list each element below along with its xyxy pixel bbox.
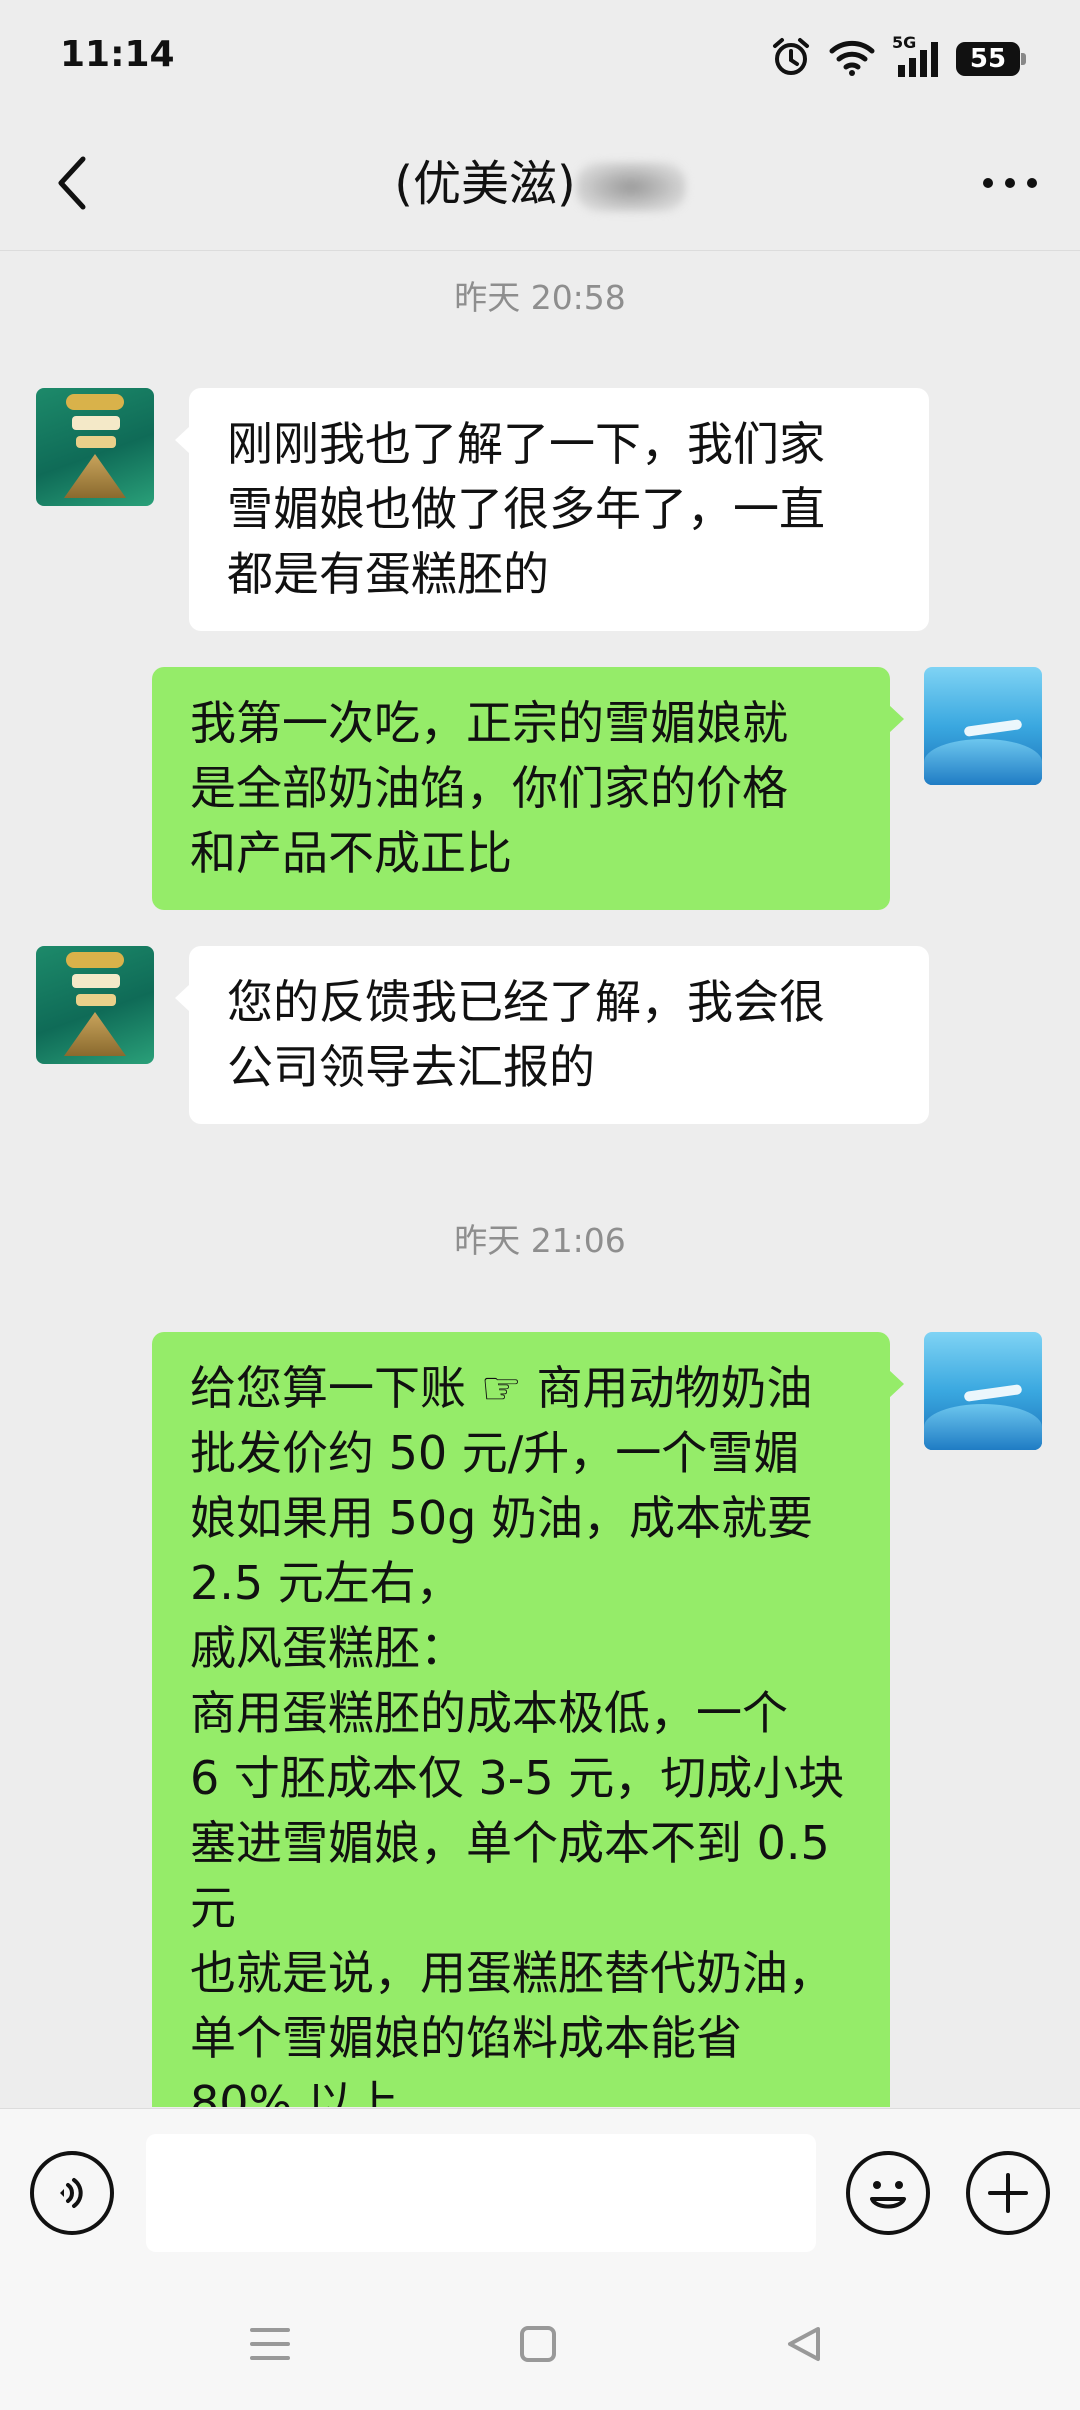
home-button[interactable] [508, 2314, 568, 2374]
my-avatar[interactable] [924, 1332, 1042, 1450]
more-horizontal-icon [983, 178, 1037, 188]
menu-button[interactable] [240, 2314, 300, 2374]
input-bar [0, 2108, 1080, 2277]
timestamp: 昨天 20:58 [454, 278, 626, 317]
chat-messages[interactable]: 昨天 20:58 刚刚我也了解了一下，我们家 雪媚娘也做了很多年了，一直 都是有… [0, 251, 1080, 2107]
voice-button[interactable] [30, 2151, 114, 2235]
more-button[interactable] [970, 148, 1050, 218]
chat-title-text: (优美滋) [394, 156, 576, 212]
wifi-icon [828, 37, 876, 81]
status-time: 11:14 [60, 34, 175, 75]
shop-avatar[interactable] [36, 388, 154, 506]
voice-icon [60, 2178, 83, 2208]
message-bubble-sent[interactable]: 给您算一下账 ☞ 商用动物奶油 批发价约 50 元/升，一个雪媚 娘如果用 50… [152, 1332, 904, 2107]
chat-header: (优美滋) [0, 120, 1080, 251]
signal-icon: 5G [892, 33, 940, 79]
message-bubble-received[interactable]: 您的反馈我已经了解，我会很 公司领导去汇报的 [175, 946, 929, 1124]
alarm-icon [770, 36, 812, 82]
shop-avatar[interactable] [36, 946, 154, 1064]
back-nav-button[interactable] [774, 2314, 834, 2374]
emoji-button[interactable] [846, 2151, 930, 2235]
network-type: 5G [892, 33, 917, 52]
message-bubble-sent[interactable]: 我第一次吃，正宗的雪媚娘就 是全部奶油馅，你们家的价格 和产品不成正比 [152, 667, 904, 910]
message-bubble-received[interactable]: 刚刚我也了解了一下，我们家 雪媚娘也做了很多年了，一直 都是有蛋糕胚的 [175, 388, 929, 631]
plus-circle-icon [988, 2173, 1028, 2213]
emoji-icon [870, 2181, 906, 2209]
plus-button[interactable] [966, 2151, 1050, 2235]
message-text: 您的反馈我已经了解，我会很 公司领导去汇报的 [227, 975, 825, 1094]
battery-level: 55 [969, 44, 1007, 74]
battery-icon: 55 [956, 42, 1026, 76]
message-input[interactable] [146, 2134, 816, 2252]
system-nav-bar [0, 2276, 1080, 2410]
status-bar: 11:14 5G 55 [0, 0, 1080, 120]
menu-icon [250, 2328, 290, 2360]
chat-title: (优美滋) [0, 144, 1080, 214]
home-square-icon [520, 2326, 556, 2362]
blurred-name [575, 162, 686, 212]
back-triangle-icon [788, 2327, 820, 2361]
timestamp: 昨天 21:06 [454, 1221, 626, 1260]
my-avatar[interactable] [924, 667, 1042, 785]
message-text: 给您算一下账 ☞ 商用动物奶油 批发价约 50 元/升，一个雪媚 娘如果用 50… [190, 1361, 845, 2107]
status-icons: 5G 55 [770, 33, 1026, 84]
message-text: 刚刚我也了解了一下，我们家 雪媚娘也做了很多年了，一直 都是有蛋糕胚的 [227, 417, 825, 601]
message-text: 我第一次吃，正宗的雪媚娘就 是全部奶油馅，你们家的价格 和产品不成正比 [190, 696, 788, 880]
